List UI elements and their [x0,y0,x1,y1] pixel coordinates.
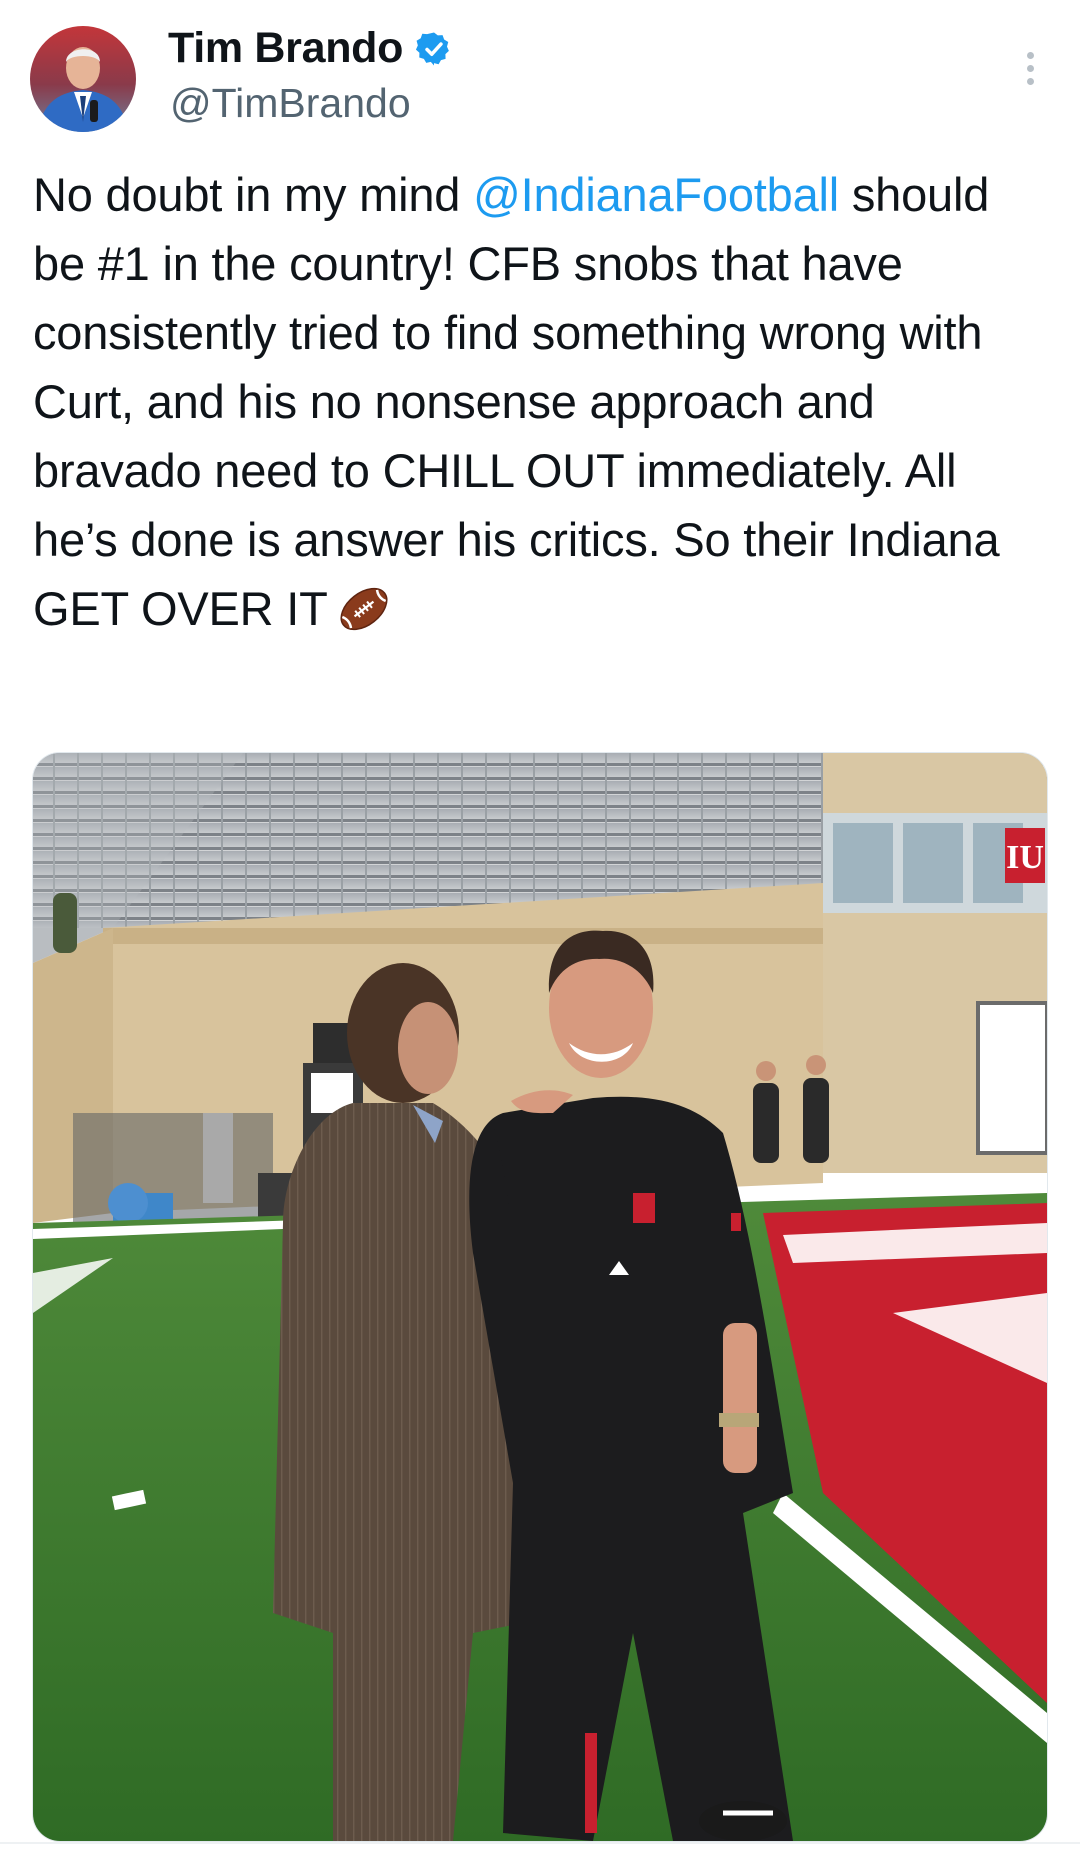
more-options-icon[interactable] [1024,52,1036,92]
tweet-photo[interactable]: IU [32,752,1048,1842]
mention-link[interactable]: @IndianaFootball [473,168,839,221]
tweet-text-intro: No doubt in my mind [33,168,474,221]
american-football-icon [340,587,388,631]
verified-badge-icon [416,32,450,65]
tweet-header: Tim Brando @TimBrando [0,0,1080,140]
author-avatar[interactable] [30,26,136,132]
author-handle[interactable]: @TimBrando [170,80,411,127]
tweet-text: No doubt in my mind @IndianaFootball sho… [33,160,1043,643]
tweet-text-body: should be #1 in the country! CFB snobs t… [33,168,1000,635]
iu-logo: IU [1006,839,1044,876]
divider [0,1842,1080,1844]
author-display-name[interactable]: Tim Brando [168,24,403,73]
